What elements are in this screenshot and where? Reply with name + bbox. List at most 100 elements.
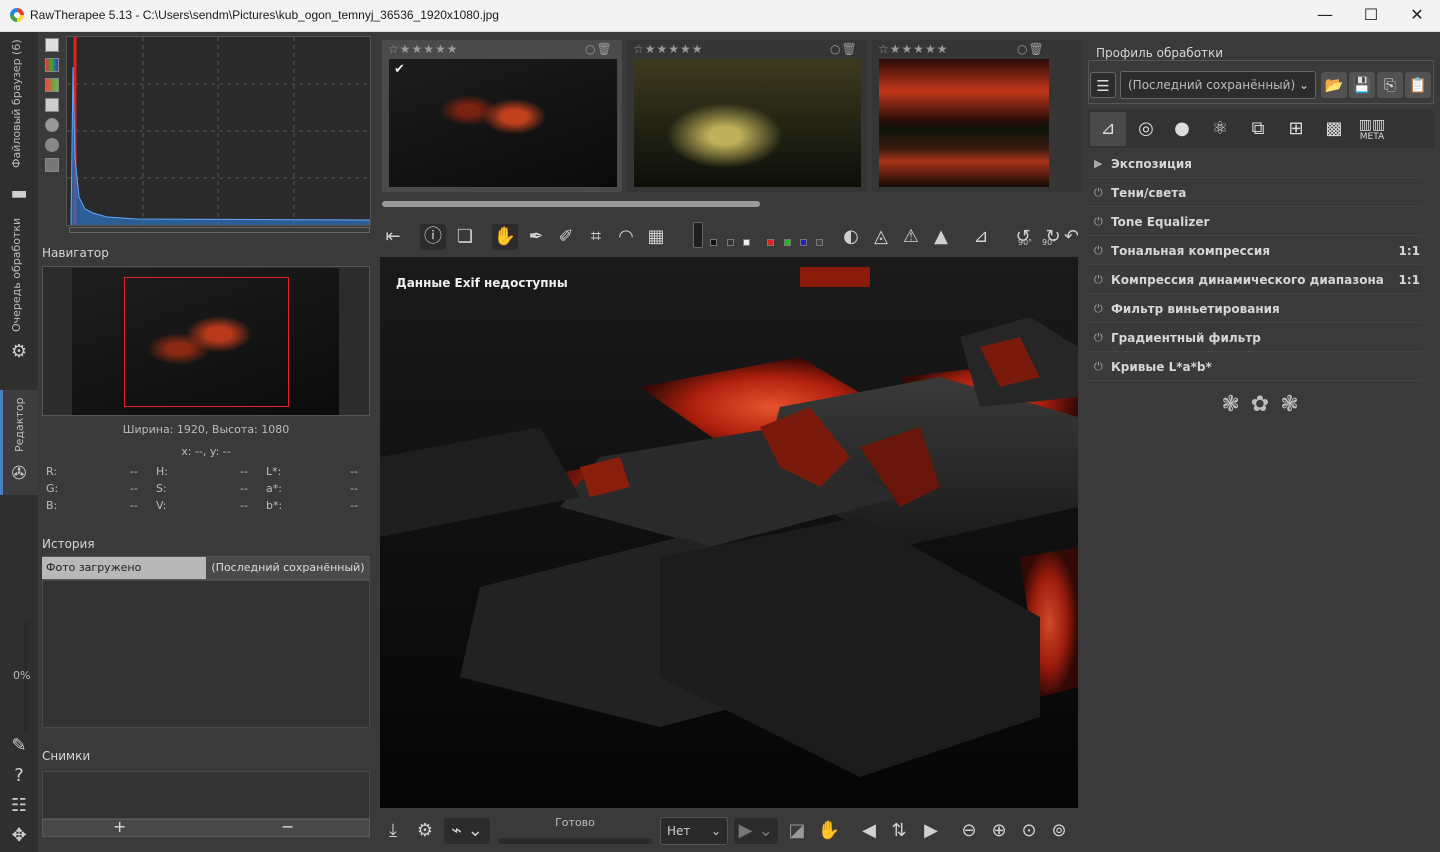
- soft-proofing-icon[interactable]: ◪: [784, 818, 810, 844]
- transform-tab-icon[interactable]: ⧉: [1240, 112, 1276, 146]
- next-image-icon[interactable]: ▶: [918, 818, 944, 844]
- history-list[interactable]: [42, 580, 370, 728]
- rating-stars-3[interactable]: ☆★★★★★: [878, 42, 949, 56]
- send-to-external-editor-icon[interactable]: ⌁ ⌄: [444, 818, 490, 844]
- navigator-viewport-frame[interactable]: [124, 277, 289, 407]
- hand-tool-icon[interactable]: ✋: [492, 224, 518, 250]
- tool-row[interactable]: ⏻ Градиентный фильтр: [1088, 324, 1422, 352]
- histogram-channel-icon[interactable]: [45, 78, 59, 92]
- highlights-warning-icon[interactable]: ⚠: [898, 224, 924, 250]
- maximize-button[interactable]: ☐: [1348, 0, 1394, 32]
- power-toggle-icon[interactable]: ⏻: [1094, 208, 1103, 236]
- color-profile-combo[interactable]: Нет ⌄: [660, 817, 728, 845]
- preview-red-swatch[interactable]: [767, 239, 774, 246]
- histogram-rgb-icon[interactable]: [45, 58, 59, 72]
- fullscreen-icon[interactable]: ✥: [7, 824, 31, 848]
- reject-delete-icon-3[interactable]: ○🗑: [1017, 42, 1045, 56]
- perspective-icon[interactable]: ▦: [643, 224, 669, 250]
- snapshots-list[interactable]: [42, 771, 370, 819]
- tool-row[interactable]: ⏻ Тени/света: [1088, 179, 1422, 207]
- detail-tab-icon[interactable]: ◎: [1128, 112, 1164, 146]
- hide-left-panel-icon[interactable]: ⇤: [380, 224, 406, 250]
- zoom-out-icon[interactable]: ⊖: [956, 818, 982, 844]
- send-to-editor-icon[interactable]: ✎: [7, 734, 31, 758]
- copy-profile-icon[interactable]: ⎘: [1377, 72, 1403, 98]
- power-toggle-icon[interactable]: ⏻: [1094, 324, 1103, 352]
- tool-row[interactable]: ⏻ Tone Equalizer: [1088, 208, 1422, 236]
- tool-row[interactable]: ⏻ Компрессия динамического диапазона 1:1: [1088, 266, 1422, 294]
- paste-profile-icon[interactable]: 📋: [1405, 72, 1431, 98]
- tab-queue[interactable]: Очередь обработки ⚙: [0, 218, 38, 370]
- advanced-tab-icon[interactable]: ⚛: [1202, 112, 1238, 146]
- sync-image-icon[interactable]: ⇅: [886, 818, 912, 844]
- exposure-tab-icon[interactable]: ⊿: [1090, 112, 1126, 146]
- previous-image-icon[interactable]: ◀: [856, 818, 882, 844]
- reject-delete-icon-2[interactable]: ○🗑: [830, 42, 858, 56]
- tool-row[interactable]: ⏻ Кривые L*a*b*: [1088, 353, 1422, 381]
- queue-settings-icon[interactable]: ⚙: [412, 818, 438, 844]
- crop-icon[interactable]: ⌗: [583, 224, 609, 250]
- power-toggle-icon[interactable]: ⏻: [1094, 179, 1103, 207]
- filmstrip-scrollbar[interactable]: [382, 201, 760, 207]
- main-image-view[interactable]: [380, 257, 1078, 808]
- power-toggle-icon[interactable]: ⏻: [1094, 295, 1103, 323]
- tab-editor[interactable]: Редактор ✇: [0, 390, 38, 495]
- color-picker-icon[interactable]: ✒: [523, 224, 549, 250]
- help-icon[interactable]: ?: [7, 764, 31, 788]
- thumbnail-image-3[interactable]: [879, 59, 1049, 187]
- raw-tab-icon[interactable]: ⊞: [1278, 112, 1314, 146]
- histogram-chroma-icon[interactable]: [45, 118, 59, 132]
- preview-black-swatch[interactable]: [710, 239, 717, 246]
- tool-row[interactable]: ⏻ Фильтр виньетирования: [1088, 295, 1422, 323]
- histogram-type-icon[interactable]: [45, 38, 59, 52]
- info-icon[interactable]: ⓘ: [420, 224, 446, 250]
- preview-luminance-swatch[interactable]: [816, 239, 823, 246]
- histogram[interactable]: [66, 36, 371, 233]
- tab-file-browser[interactable]: Файловый браузер (6) ▬: [0, 39, 38, 205]
- expander-arrow-icon[interactable]: ▶: [1094, 150, 1102, 178]
- preview-white-swatch[interactable]: [743, 239, 750, 246]
- metadata-tab-icon[interactable]: ▥▥ META: [1354, 112, 1390, 146]
- history-entry-loaded[interactable]: Фото загружено: [42, 557, 206, 579]
- minimize-button[interactable]: —: [1302, 0, 1348, 32]
- preview-blue-swatch[interactable]: [800, 239, 807, 246]
- histogram-bar-icon[interactable]: [45, 158, 59, 172]
- histogram-luma-icon[interactable]: [45, 98, 59, 112]
- histogram-scrollbar[interactable]: [69, 227, 370, 233]
- remove-snapshot-button[interactable]: −: [281, 817, 294, 836]
- gamut-icon[interactable]: ⊿: [968, 224, 994, 250]
- focus-mask-icon[interactable]: ◐: [838, 224, 864, 250]
- clipping-warning-icon[interactable]: ▲: [928, 224, 954, 250]
- close-button[interactable]: ✕: [1394, 0, 1440, 32]
- save-profile-icon[interactable]: 💾: [1349, 72, 1375, 98]
- local-adjustments-tab-icon[interactable]: ▩: [1316, 112, 1352, 146]
- rating-stars-2[interactable]: ☆★★★★★: [633, 42, 704, 56]
- save-image-icon[interactable]: ⤓: [380, 818, 406, 844]
- softproof-combo-icon[interactable]: ▶ ⌄: [734, 818, 778, 844]
- tool-row[interactable]: ⏻ Тональная компрессия 1:1: [1088, 237, 1422, 265]
- power-toggle-icon[interactable]: ⏻: [1094, 266, 1103, 294]
- power-toggle-icon[interactable]: ⏻: [1094, 237, 1103, 265]
- partial-profile-icon[interactable]: ☰: [1090, 72, 1116, 98]
- before-after-icon[interactable]: ❏: [452, 224, 478, 250]
- history-bookmark-saved[interactable]: (Последний сохранённый): [206, 557, 370, 579]
- preview-green-swatch[interactable]: [784, 239, 791, 246]
- load-profile-icon[interactable]: 📂: [1321, 72, 1347, 98]
- tool-row[interactable]: ▶ Экспозиция: [1088, 150, 1422, 178]
- color-tab-icon[interactable]: ●: [1164, 112, 1200, 146]
- straighten-icon[interactable]: ◠: [613, 224, 639, 250]
- white-balance-picker-icon[interactable]: ✐: [553, 224, 579, 250]
- zoom-fit-icon[interactable]: ⊙: [1016, 818, 1042, 844]
- thumbnail-image-2[interactable]: [634, 59, 861, 187]
- preferences-icon[interactable]: ☷: [7, 794, 31, 818]
- reject-delete-icon-1[interactable]: ○🗑: [585, 42, 613, 56]
- gamut-check-icon[interactable]: ✋: [816, 818, 842, 844]
- zoom-100-icon[interactable]: ⊚: [1046, 818, 1072, 844]
- thumbnail-image-1[interactable]: [389, 59, 617, 187]
- profile-combo[interactable]: (Последний сохранённый) ⌄: [1120, 71, 1316, 99]
- rating-stars-1[interactable]: ☆★★★★★: [388, 42, 459, 56]
- channel-toggle-icon[interactable]: [693, 222, 703, 248]
- add-snapshot-button[interactable]: +: [113, 817, 126, 836]
- shadows-warning-icon[interactable]: ◬: [868, 224, 894, 250]
- zoom-in-icon[interactable]: ⊕: [986, 818, 1012, 844]
